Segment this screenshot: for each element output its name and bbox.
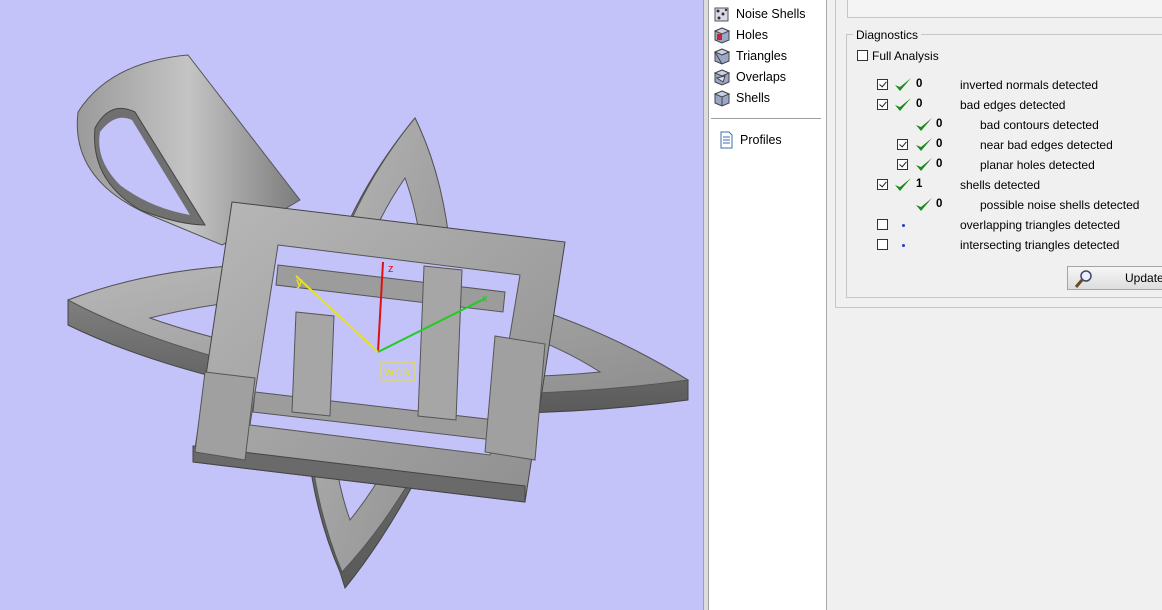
check-ok-icon	[895, 98, 911, 111]
3d-viewport[interactable]: z y x WCS	[0, 0, 703, 610]
triangles-icon	[713, 48, 731, 65]
inverted-normals-count: 0	[916, 78, 923, 90]
tree-item-label: Profiles	[740, 133, 782, 147]
celtic-pendant-model: z y x WCS	[66, 54, 690, 590]
tree-item-noise-shells[interactable]: Noise Shells	[713, 4, 805, 24]
near-bad-edges-label: near bad edges detected	[980, 138, 1113, 152]
tree-item-label: Holes	[736, 28, 768, 42]
overlaps-icon	[713, 69, 731, 86]
tree-item-overlaps[interactable]: Overlaps	[713, 67, 786, 87]
intersecting-triangles-checkbox[interactable]	[877, 239, 888, 250]
check-ok-icon	[916, 118, 932, 131]
tree-item-label: Shells	[736, 91, 771, 105]
holes-icon	[713, 27, 731, 44]
tree-item-holes[interactable]: Holes	[713, 25, 768, 45]
planar-holes-checkbox[interactable]	[897, 159, 908, 170]
overlapping-triangles-checkbox[interactable]	[877, 219, 888, 230]
check-ok-icon	[916, 158, 932, 171]
tree-item-label: Triangles	[736, 49, 787, 63]
shells-checkbox[interactable]	[877, 179, 888, 190]
shells-icon	[713, 90, 731, 107]
full-analysis-label: Full Analysis	[872, 49, 939, 63]
bad-edges-label: bad edges detected	[960, 98, 1066, 112]
bad-edges-checkbox[interactable]	[877, 99, 888, 110]
check-ok-icon	[916, 138, 932, 151]
noise-shells-label: possible noise shells detected	[980, 198, 1140, 212]
tree-item-shells[interactable]: Shells	[713, 88, 770, 108]
bad-contours-count: 0	[936, 118, 943, 130]
inverted-normals-label: inverted normals detected	[960, 78, 1099, 92]
bad-contours-label: bad contours detected	[980, 118, 1099, 132]
update-label: Update	[1125, 271, 1162, 285]
full-analysis-checkbox[interactable]	[857, 50, 868, 61]
magnifier-icon	[1074, 270, 1092, 288]
tree-item-profiles[interactable]: Profiles	[717, 130, 782, 150]
pending-dot-icon	[902, 224, 905, 227]
shells-label: shells detected	[960, 178, 1041, 192]
bad-edges-count: 0	[916, 98, 923, 110]
overlapping-triangles-label: overlapping triangles detected	[960, 218, 1121, 232]
diagnostics-title: Diagnostics	[853, 28, 922, 42]
noise-shells-count: 0	[936, 198, 943, 210]
near-bad-edges-count: 0	[936, 138, 943, 150]
intersecting-triangles-label: intersecting triangles detected	[960, 238, 1120, 252]
tree-item-triangles[interactable]: Triangles	[713, 46, 787, 66]
pending-dot-icon	[902, 244, 905, 247]
planar-holes-label: planar holes detected	[980, 158, 1095, 172]
update-button[interactable]: Update	[1067, 266, 1162, 290]
tree-separator	[711, 118, 821, 119]
z-axis-label: z	[388, 263, 394, 275]
tree-item-label: Overlaps	[736, 70, 787, 84]
check-ok-icon	[916, 198, 932, 211]
tree-item-label: Noise Shells	[736, 7, 806, 21]
near-bad-edges-checkbox[interactable]	[897, 139, 908, 150]
planar-holes-count: 0	[936, 158, 943, 170]
x-axis-label: x	[482, 293, 488, 305]
profiles-icon	[720, 131, 733, 149]
y-axis-label: y	[296, 275, 303, 289]
noise-shells-icon	[714, 7, 729, 22]
wcs-label: WCS	[384, 367, 410, 379]
shells-count: 1	[916, 178, 923, 190]
check-ok-icon	[895, 78, 911, 91]
check-ok-icon	[895, 178, 911, 191]
properties-field[interactable]	[847, 0, 1162, 18]
diagnostics-panel: Diagnostics Full Analysis 0 inverted nor…	[827, 0, 1162, 610]
inverted-normals-checkbox[interactable]	[877, 79, 888, 90]
tree-panel: Noise Shells Holes Triangles Overlaps Sh…	[709, 0, 827, 610]
